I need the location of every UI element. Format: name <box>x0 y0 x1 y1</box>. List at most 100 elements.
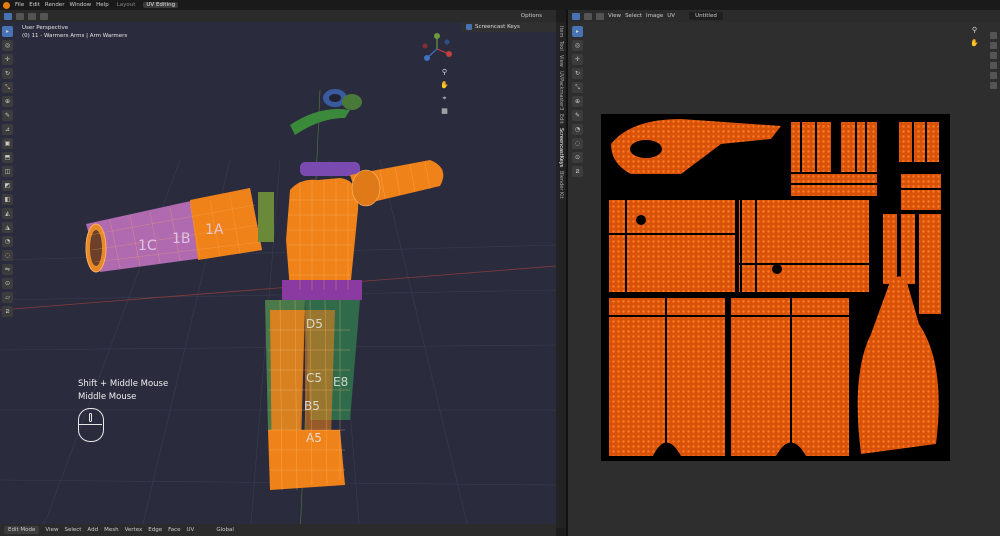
object-name: (0) 11 - Warmers Arms | Arm Warmers <box>22 33 128 39</box>
uv-cursor-icon[interactable]: ◎ <box>572 40 583 51</box>
sidetab-screencast[interactable]: ScreencastKeys <box>558 128 564 167</box>
uv-tool-shelf: ▸ ◎ ✛ ↻ ⤡ ⊕ ✎ ◔ ◌ ⊙ ⧄ <box>572 26 584 180</box>
camera-icon[interactable]: ⌖ <box>440 94 449 103</box>
sidetab-item[interactable]: Item <box>558 26 564 37</box>
uv-transform-icon[interactable]: ⊕ <box>572 96 583 107</box>
menu-select[interactable]: Select <box>64 527 81 533</box>
mode-selector[interactable]: Edit Mode <box>4 526 40 534</box>
image-selector[interactable]: Untitled <box>689 12 723 20</box>
uv-relax-icon[interactable]: ◌ <box>572 138 583 149</box>
shear-icon[interactable]: ▱ <box>2 292 13 303</box>
menu-edge[interactable]: Edge <box>148 527 162 533</box>
uv-select-mode-button[interactable] <box>596 12 604 20</box>
uv-side-tab-1[interactable] <box>990 32 997 39</box>
sidetab-blenderkit[interactable]: Blender Kit <box>558 171 564 199</box>
extrude-icon[interactable]: ⬒ <box>2 152 13 163</box>
arm-label-1b: 1B <box>172 231 191 247</box>
cursor-icon[interactable]: ◎ <box>2 40 13 51</box>
uv-rip-icon[interactable]: ⧄ <box>572 166 583 177</box>
sidebar-tabs: Item Tool View UVPackmaster3 Edit Screen… <box>556 22 566 528</box>
rotate-icon[interactable]: ↻ <box>2 68 13 79</box>
select-icon[interactable]: ▸ <box>2 26 13 37</box>
uv-islands <box>609 119 941 456</box>
screencast-checkbox[interactable] <box>466 24 472 30</box>
menu-edit[interactable]: Edit <box>29 2 40 8</box>
edge-select-button[interactable] <box>40 12 48 20</box>
tab-layout[interactable]: Layout <box>114 2 139 8</box>
uv-move-icon[interactable]: ✛ <box>572 54 583 65</box>
uv-side-tab-3[interactable] <box>990 52 997 59</box>
zoom-icon[interactable]: ⚲ <box>440 68 449 77</box>
uv-canvas[interactable] <box>601 114 950 461</box>
edge-slide-icon[interactable]: ⇋ <box>2 264 13 275</box>
smooth-icon[interactable]: ◌ <box>2 250 13 261</box>
sidetab-tool[interactable]: Tool <box>558 41 564 51</box>
uv-editor[interactable]: View Select Image UV Untitled ▸ ◎ ✛ ↻ ⤡ … <box>568 10 1000 536</box>
vertex-select-button[interactable] <box>28 12 36 20</box>
menu-help[interactable]: Help <box>96 2 109 8</box>
uv-scale-icon[interactable]: ⤡ <box>572 82 583 93</box>
inset-icon[interactable]: ◫ <box>2 166 13 177</box>
loop-cut-icon[interactable]: ◧ <box>2 194 13 205</box>
uv-pinch-icon[interactable]: ⊙ <box>572 152 583 163</box>
navigation-gizmo[interactable] <box>420 32 454 66</box>
sidetab-view[interactable]: View <box>558 55 564 67</box>
mouse-icon <box>78 408 104 442</box>
menu-add[interactable]: Add <box>87 527 98 533</box>
scale-icon[interactable]: ⤡ <box>2 82 13 93</box>
blender-logo-icon[interactable] <box>3 1 10 9</box>
uv-side-tab-5[interactable] <box>990 72 997 79</box>
knife-icon[interactable]: ◭ <box>2 208 13 219</box>
uv-rotate-icon[interactable]: ↻ <box>572 68 583 79</box>
rip-icon[interactable]: ⧄ <box>2 306 13 317</box>
menu-uv[interactable]: UV <box>187 527 195 533</box>
torso-mesh <box>282 162 362 300</box>
tab-uv-editing[interactable]: UV Editing <box>143 2 179 8</box>
uv-editor-type-button[interactable] <box>572 12 580 20</box>
sidetab-edit[interactable]: Edit <box>558 114 564 124</box>
arm-label-1c: 1C <box>138 238 157 254</box>
key-line-2: Middle Mouse <box>78 392 137 402</box>
uv-island-panel-1 <box>609 200 735 292</box>
editor-type-button[interactable] <box>4 12 12 20</box>
move-icon[interactable]: ✛ <box>2 54 13 65</box>
measure-icon[interactable]: ⊿ <box>2 124 13 135</box>
menu-mesh[interactable]: Mesh <box>104 527 118 533</box>
menu-window[interactable]: Window <box>69 2 91 8</box>
orientation-selector[interactable]: Global <box>216 527 234 533</box>
select-mode-button[interactable] <box>16 12 24 20</box>
uv-annotate-icon[interactable]: ✎ <box>572 110 583 121</box>
uv-menu-image[interactable]: Image <box>646 13 663 19</box>
uv-side-tab-4[interactable] <box>990 62 997 69</box>
annotate-icon[interactable]: ✎ <box>2 110 13 121</box>
screencast-label: Screencast Keys <box>475 24 520 30</box>
poly-build-icon[interactable]: ◮ <box>2 222 13 233</box>
3d-viewport[interactable]: 1C 1B 1A D5 C5 B5 A5 E8 Options ▸ ◎ ✛ ↻ … <box>0 10 556 536</box>
menu-face[interactable]: Face <box>168 527 180 533</box>
uv-menu-uv[interactable]: UV <box>667 13 675 19</box>
uv-zoom-icon[interactable]: ⚲ <box>970 26 979 35</box>
shrink-icon[interactable]: ⊙ <box>2 278 13 289</box>
uv-side-tab-2[interactable] <box>990 42 997 49</box>
add-cube-icon[interactable]: ▣ <box>2 138 13 149</box>
pan-icon[interactable]: ✋ <box>440 81 449 90</box>
uv-select-icon[interactable]: ▸ <box>572 26 583 37</box>
viewport-header: Options <box>0 10 556 22</box>
bevel-icon[interactable]: ◩ <box>2 180 13 191</box>
screencast-keys-panel[interactable]: Screencast Keys <box>462 22 556 32</box>
grid-icon[interactable]: ▦ <box>440 107 449 116</box>
menu-vertex[interactable]: Vertex <box>125 527 143 533</box>
uv-side-tab-6[interactable] <box>990 82 997 89</box>
sidetab-uvpackmaster[interactable]: UVPackmaster3 <box>558 71 564 110</box>
menu-file[interactable]: File <box>15 2 24 8</box>
uv-menu-select[interactable]: Select <box>625 13 642 19</box>
spin-icon[interactable]: ◔ <box>2 236 13 247</box>
transform-icon[interactable]: ⊕ <box>2 96 13 107</box>
menu-render[interactable]: Render <box>45 2 65 8</box>
uv-grab-icon[interactable]: ◔ <box>572 124 583 135</box>
menu-view[interactable]: View <box>45 527 58 533</box>
uv-sync-button[interactable] <box>584 12 592 20</box>
uv-menu-view[interactable]: View <box>608 13 621 19</box>
uv-pan-icon[interactable]: ✋ <box>970 39 979 48</box>
options-button[interactable]: Options <box>521 13 542 19</box>
